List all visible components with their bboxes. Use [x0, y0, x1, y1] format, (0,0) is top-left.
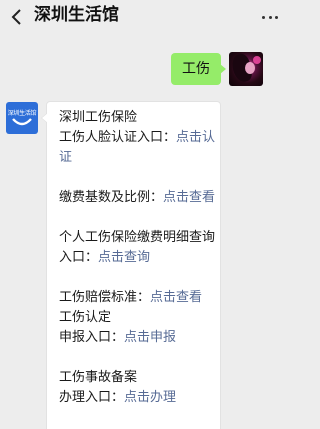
- message-line: 办理入口：点击办理: [59, 390, 177, 405]
- payment-detail-link[interactable]: 点击查询: [98, 250, 150, 265]
- message-line: 工伤认定: [59, 310, 112, 325]
- smile-logo-icon: [12, 118, 32, 126]
- chat-header: 深圳生活馆: [0, 0, 283, 36]
- compensation-standard-link[interactable]: 点击查看: [150, 290, 202, 305]
- message-line: 工伤赔偿标准：点击查看: [59, 290, 203, 305]
- bot-message-content: 深圳工伤保险 工伤人脸认证入口：点击认证 缴费基数及比例：点击查看 个人工伤保险…: [59, 108, 217, 408]
- declaration-link[interactable]: 点击申报: [124, 330, 176, 345]
- message-line: 深圳工伤保险: [59, 110, 138, 125]
- page-title: 深圳生活馆: [34, 5, 119, 25]
- message-line: 申报入口：点击申报: [59, 330, 177, 345]
- more-button[interactable]: [262, 14, 278, 20]
- user-avatar[interactable]: [229, 52, 263, 86]
- chevron-left-icon: [11, 9, 21, 25]
- back-button[interactable]: [5, 6, 27, 28]
- more-dots-icon: [262, 15, 265, 19]
- outgoing-message-bubble[interactable]: 工伤: [171, 53, 226, 85]
- bot-message-bubble: 深圳工伤保险 工伤人脸认证入口：点击认证 缴费基数及比例：点击查看 个人工伤保险…: [41, 101, 221, 429]
- message-line: 工伤人脸认证入口：点击认证: [59, 130, 216, 165]
- bot-avatar[interactable]: 深圳生活馆: [6, 102, 38, 134]
- message-line: 工伤事故备案: [59, 370, 138, 385]
- message-line: 个人工伤保险缴费明细查询入口：点击查询: [59, 230, 216, 265]
- contribution-rate-link[interactable]: 点击查看: [163, 190, 215, 205]
- bot-avatar-label: 深圳生活馆: [7, 110, 37, 117]
- message-line: 缴费基数及比例：点击查看: [59, 190, 216, 205]
- accident-filing-link[interactable]: 点击办理: [124, 390, 176, 405]
